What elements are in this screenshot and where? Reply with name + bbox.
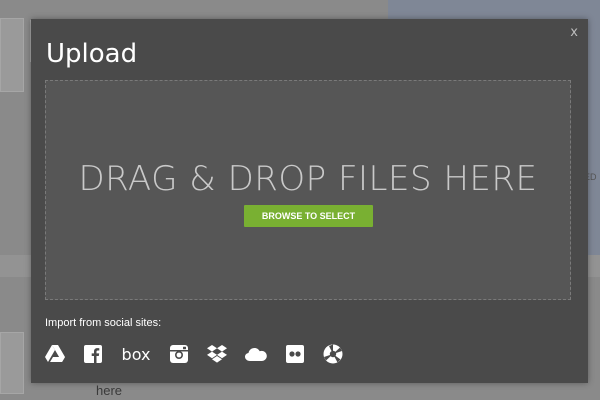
box-icon[interactable]: box [121, 344, 151, 364]
import-label: Import from social sites: [45, 317, 162, 329]
picasa-icon[interactable] [323, 344, 343, 364]
drop-zone-text: DRAG & DROP FILES HERE [78, 159, 538, 199]
flickr-icon[interactable] [285, 344, 305, 364]
onedrive-icon[interactable] [245, 344, 267, 364]
background-panel [0, 332, 24, 394]
facebook-icon[interactable] [83, 344, 103, 364]
google-drive-icon[interactable] [45, 344, 65, 364]
drop-zone[interactable]: DRAG & DROP FILES HERE BROWSE TO SELECT [45, 80, 571, 300]
social-sites-row: box [45, 341, 361, 367]
background-text: here [96, 383, 123, 398]
background-panel [0, 18, 24, 92]
box-label: box [121, 344, 151, 364]
instagram-icon[interactable] [169, 344, 189, 364]
modal-title: Upload [46, 39, 138, 69]
upload-modal: x Upload DRAG & DROP FILES HERE BROWSE T… [31, 19, 588, 383]
close-button[interactable]: x [570, 25, 578, 40]
dropbox-icon[interactable] [207, 344, 227, 364]
browse-button[interactable]: BROWSE TO SELECT [244, 205, 373, 227]
